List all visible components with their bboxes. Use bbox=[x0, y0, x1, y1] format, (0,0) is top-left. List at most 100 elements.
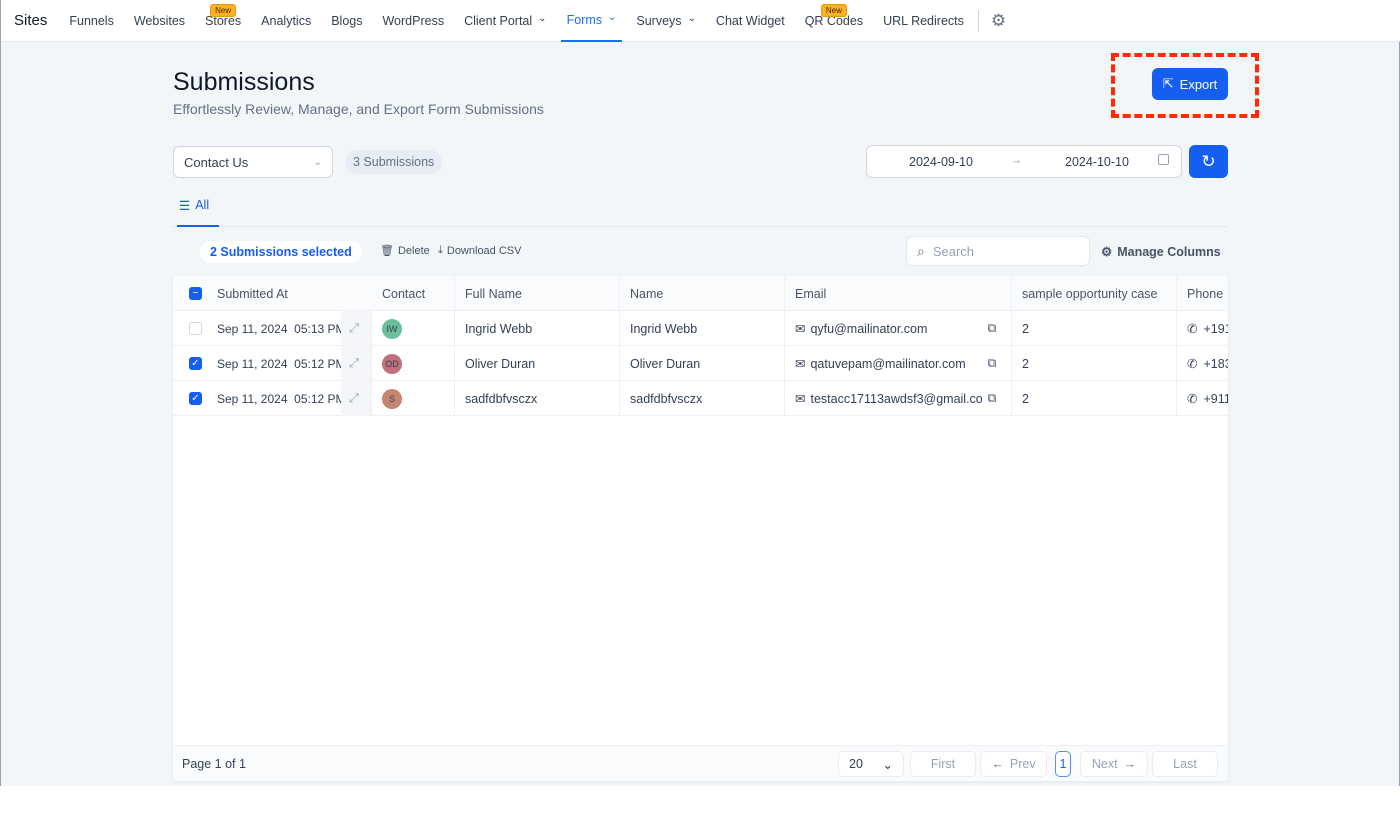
chevron-down-icon: ⌄ bbox=[313, 156, 322, 168]
prev-page-button[interactable]: ← Prev bbox=[980, 751, 1047, 777]
nav-item-client-portal[interactable]: Client Portal ⌄ bbox=[464, 0, 546, 42]
date-range-picker[interactable]: 2024-09-10 → 2024-10-10 bbox=[866, 145, 1182, 178]
copy-icon[interactable]: ⧉ bbox=[987, 321, 996, 336]
nav-item-surveys[interactable]: Surveys ⌄ bbox=[636, 0, 696, 42]
expand-icon[interactable]: ⤢ bbox=[349, 391, 359, 406]
table-cell: 2 bbox=[1012, 346, 1177, 381]
tab-all[interactable]: ☰ All bbox=[177, 198, 219, 227]
table-cell: 2 bbox=[1012, 381, 1177, 416]
page-info: Page 1 of 1 bbox=[182, 757, 246, 771]
list-icon: ☰ bbox=[179, 199, 191, 213]
phone-icon: ✆ bbox=[1187, 357, 1198, 371]
nav-item-funnels[interactable]: Funnels bbox=[69, 0, 113, 42]
manage-columns-button[interactable]: ⚙ Manage Columns bbox=[1101, 244, 1221, 260]
chevron-down-icon: ⌄ bbox=[882, 757, 893, 772]
nav-item-chat-widget[interactable]: Chat Widget bbox=[716, 0, 785, 42]
nav-item-label: Forms bbox=[566, 12, 602, 27]
refresh-button[interactable]: ↻ bbox=[1189, 145, 1228, 178]
table-row: ✓ Sep 11, 2024 05:12 PM ⤢ OD Oliver Duran Oli… bbox=[173, 346, 1228, 381]
sample-opportunity-case: 2 bbox=[1022, 391, 1029, 406]
nav-item-wordpress[interactable]: WordPress bbox=[382, 0, 444, 42]
tab-divider bbox=[173, 226, 1228, 227]
sample-opportunity-case: 2 bbox=[1022, 356, 1029, 371]
submitted-at: Sep 11, 2024 05:12 PM bbox=[217, 356, 341, 371]
phone-icon: ✆ bbox=[1187, 392, 1198, 406]
nav-item-websites[interactable]: Websites bbox=[134, 0, 185, 42]
table-header-row: − Submitted At Contact Full Name Name Email sa… bbox=[173, 276, 1228, 311]
nav-item-label: Client Portal bbox=[464, 13, 533, 28]
table-cell: ⤢ bbox=[341, 381, 372, 416]
email: testacc17113awdsf3@gmail.cor bbox=[810, 391, 983, 406]
page-1-button[interactable]: 1 bbox=[1055, 751, 1071, 777]
phone-icon: ✆ bbox=[1187, 322, 1198, 336]
submitted-at: Sep 11, 2024 05:13 PM bbox=[217, 321, 341, 336]
avatar: S bbox=[382, 388, 402, 409]
table-cell: OD bbox=[372, 346, 455, 381]
table-cell: sadfdbfvsczx bbox=[620, 381, 785, 416]
arrow-left-icon: ← bbox=[991, 757, 1004, 771]
nav-item-forms[interactable]: Forms ⌄ bbox=[560, 0, 623, 42]
search-icon: ⌕ bbox=[917, 242, 925, 259]
table-cell: − bbox=[173, 276, 207, 311]
form-select[interactable]: Contact Us ⌄ bbox=[173, 146, 333, 178]
phone: +183 bbox=[1203, 356, 1228, 371]
row-checkbox[interactable]: ✓ bbox=[189, 392, 202, 405]
download-csv-button[interactable]: ⤓ Download CSV bbox=[438, 244, 521, 257]
select-all-checkbox[interactable]: − bbox=[189, 287, 202, 300]
chevron-down-icon: ⌄ bbox=[687, 12, 696, 24]
row-checkbox[interactable] bbox=[189, 322, 202, 335]
last-page-button[interactable]: Last bbox=[1152, 751, 1218, 777]
column-header[interactable]: Full Name bbox=[465, 287, 522, 301]
nav-item-label: Chat Widget bbox=[715, 13, 785, 28]
nav-item-qr-codes[interactable]: QR Codes New bbox=[805, 0, 863, 42]
column-header[interactable]: Phone bbox=[1187, 287, 1223, 301]
page-size-select[interactable]: 20 ⌄ bbox=[838, 751, 904, 777]
page-subtitle: Effortlessly Review, Manage, and Export … bbox=[173, 101, 544, 117]
first-page-button[interactable]: First bbox=[910, 751, 976, 777]
export-icon: ⇱ bbox=[1162, 76, 1174, 91]
column-header[interactable]: Name bbox=[630, 287, 663, 301]
refresh-icon: ↻ bbox=[1201, 151, 1216, 171]
name: Oliver Duran bbox=[630, 356, 701, 371]
nav-item-label: Funnels bbox=[69, 13, 114, 28]
settings-gear-icon[interactable]: ⚙ bbox=[991, 11, 1006, 31]
copy-icon[interactable]: ⧉ bbox=[987, 391, 996, 406]
search-input[interactable]: ⌕ Search bbox=[906, 236, 1090, 266]
page: Sites Funnels Websites Stores New Analytics B… bbox=[0, 0, 1400, 786]
column-header[interactable]: Contact bbox=[382, 287, 425, 301]
column-header[interactable]: Submitted At bbox=[217, 287, 288, 301]
table-cell: Email bbox=[785, 276, 1012, 311]
table-cell: ⤢ bbox=[341, 346, 372, 381]
table-cell: ✉ qatuvepam@mailinator.com ⧉ bbox=[785, 346, 1012, 381]
full-name: sadfdbfvsczx bbox=[465, 391, 538, 406]
table-cell: ✆ +183 bbox=[1177, 346, 1228, 381]
nav-divider bbox=[977, 9, 979, 32]
nav-item-url-redirects[interactable]: URL Redirects bbox=[883, 0, 964, 42]
table-cell bbox=[173, 311, 207, 346]
date-to[interactable]: 2024-10-10 bbox=[1065, 155, 1129, 169]
nav-item-analytics[interactable]: Analytics bbox=[261, 0, 311, 42]
next-page-button[interactable]: Next → bbox=[1080, 751, 1148, 777]
nav-item-label: Websites bbox=[133, 13, 186, 28]
nav-item-blogs[interactable]: Blogs bbox=[331, 0, 362, 42]
table-cell: Oliver Duran bbox=[455, 346, 620, 381]
chevron-down-icon: ⌄ bbox=[607, 11, 617, 23]
copy-icon[interactable]: ⧉ bbox=[987, 356, 996, 371]
row-checkbox[interactable]: ✓ bbox=[189, 357, 202, 370]
table-cell: Full Name bbox=[455, 276, 620, 311]
delete-button[interactable]: 🗑 Delete bbox=[380, 244, 430, 258]
email: qatuvepam@mailinator.com bbox=[810, 356, 966, 371]
submission-count: 3 Submissions bbox=[345, 150, 443, 174]
column-header[interactable]: sample opportunity case bbox=[1022, 287, 1158, 301]
nav-item-stores[interactable]: Stores New bbox=[205, 0, 241, 42]
selected-count: 2 Submissions selected bbox=[200, 241, 362, 263]
date-from[interactable]: 2024-09-10 bbox=[909, 155, 973, 169]
arrow-right-icon: → bbox=[1010, 153, 1023, 167]
table-cell: ✓ bbox=[173, 346, 207, 381]
column-header[interactable]: Email bbox=[795, 287, 826, 301]
export-button[interactable]: ⇱ Export bbox=[1152, 68, 1228, 100]
table-cell: ✉ testacc17113awdsf3@gmail.cor ⧉ bbox=[785, 381, 1012, 416]
calendar-icon bbox=[1158, 154, 1169, 165]
expand-icon[interactable]: ⤢ bbox=[349, 356, 359, 371]
expand-icon[interactable]: ⤢ bbox=[349, 321, 359, 336]
